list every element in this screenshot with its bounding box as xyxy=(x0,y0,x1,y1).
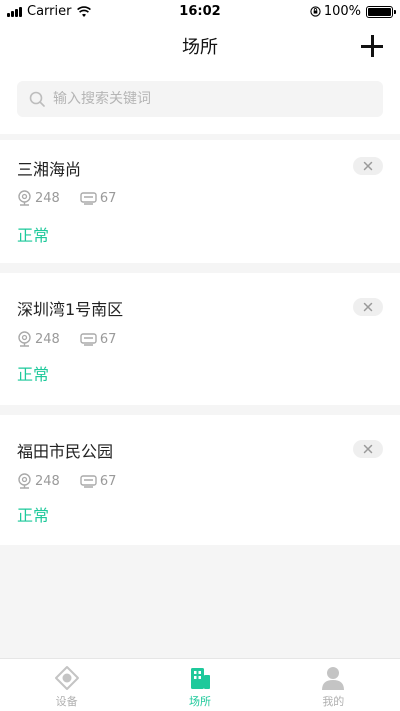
close-icon xyxy=(363,444,373,454)
tab-bar: 设备 场所 我的 xyxy=(0,658,400,711)
device-count: 67 xyxy=(99,473,117,489)
camera-icon xyxy=(18,331,31,347)
search-icon xyxy=(29,91,45,107)
device-icon xyxy=(54,666,79,690)
device-box-icon xyxy=(80,192,97,205)
place-stats: 248 67 xyxy=(17,473,136,489)
camera-icon xyxy=(18,190,31,206)
rotation-lock-icon xyxy=(310,6,321,17)
device-box-icon xyxy=(80,475,97,488)
battery-percent: 100% xyxy=(323,4,361,19)
camera-count: 248 xyxy=(35,331,60,347)
search-box[interactable] xyxy=(17,81,383,117)
place-card[interactable]: 福田市民公园 248 67 正常 xyxy=(0,415,400,545)
status-label: 正常 xyxy=(17,506,50,525)
tab-label: 我的 xyxy=(322,695,345,708)
search-input[interactable] xyxy=(53,91,353,107)
device-box-icon xyxy=(80,333,97,346)
tab-devices[interactable]: 设备 xyxy=(0,659,133,711)
status-bar: Carrier 16:02 100% xyxy=(0,0,400,24)
search-section xyxy=(0,68,400,134)
camera-icon xyxy=(18,473,31,489)
battery-icon xyxy=(366,5,396,18)
close-icon xyxy=(363,302,373,312)
place-name: 深圳湾1号南区 xyxy=(17,300,124,319)
tab-me[interactable]: 我的 xyxy=(267,659,400,711)
add-place-button[interactable] xyxy=(360,34,384,58)
camera-count: 248 xyxy=(35,473,60,489)
remove-place-button[interactable] xyxy=(353,440,383,458)
status-label: 正常 xyxy=(17,226,50,245)
place-name: 三湘海尚 xyxy=(17,160,82,179)
status-label: 正常 xyxy=(17,365,50,384)
building-icon xyxy=(190,668,210,689)
tab-label: 设备 xyxy=(55,695,78,708)
close-icon xyxy=(363,161,373,171)
place-stats: 248 67 xyxy=(17,331,136,347)
device-count: 67 xyxy=(99,190,117,206)
camera-count: 248 xyxy=(35,190,60,206)
place-name: 福田市民公园 xyxy=(17,442,114,461)
page-title: 场所 xyxy=(182,37,218,58)
device-count: 67 xyxy=(99,331,117,347)
user-icon xyxy=(322,667,345,690)
tab-label: 场所 xyxy=(188,695,211,708)
place-card[interactable]: 深圳湾1号南区 248 67 正常 xyxy=(0,273,400,405)
place-card[interactable]: 三湘海尚 248 67 正常 xyxy=(0,140,400,263)
remove-place-button[interactable] xyxy=(353,157,383,175)
navigation-bar: 场所 xyxy=(0,24,400,68)
tab-places[interactable]: 场所 xyxy=(133,659,266,711)
remove-place-button[interactable] xyxy=(353,298,383,316)
place-stats: 248 67 xyxy=(17,190,136,206)
